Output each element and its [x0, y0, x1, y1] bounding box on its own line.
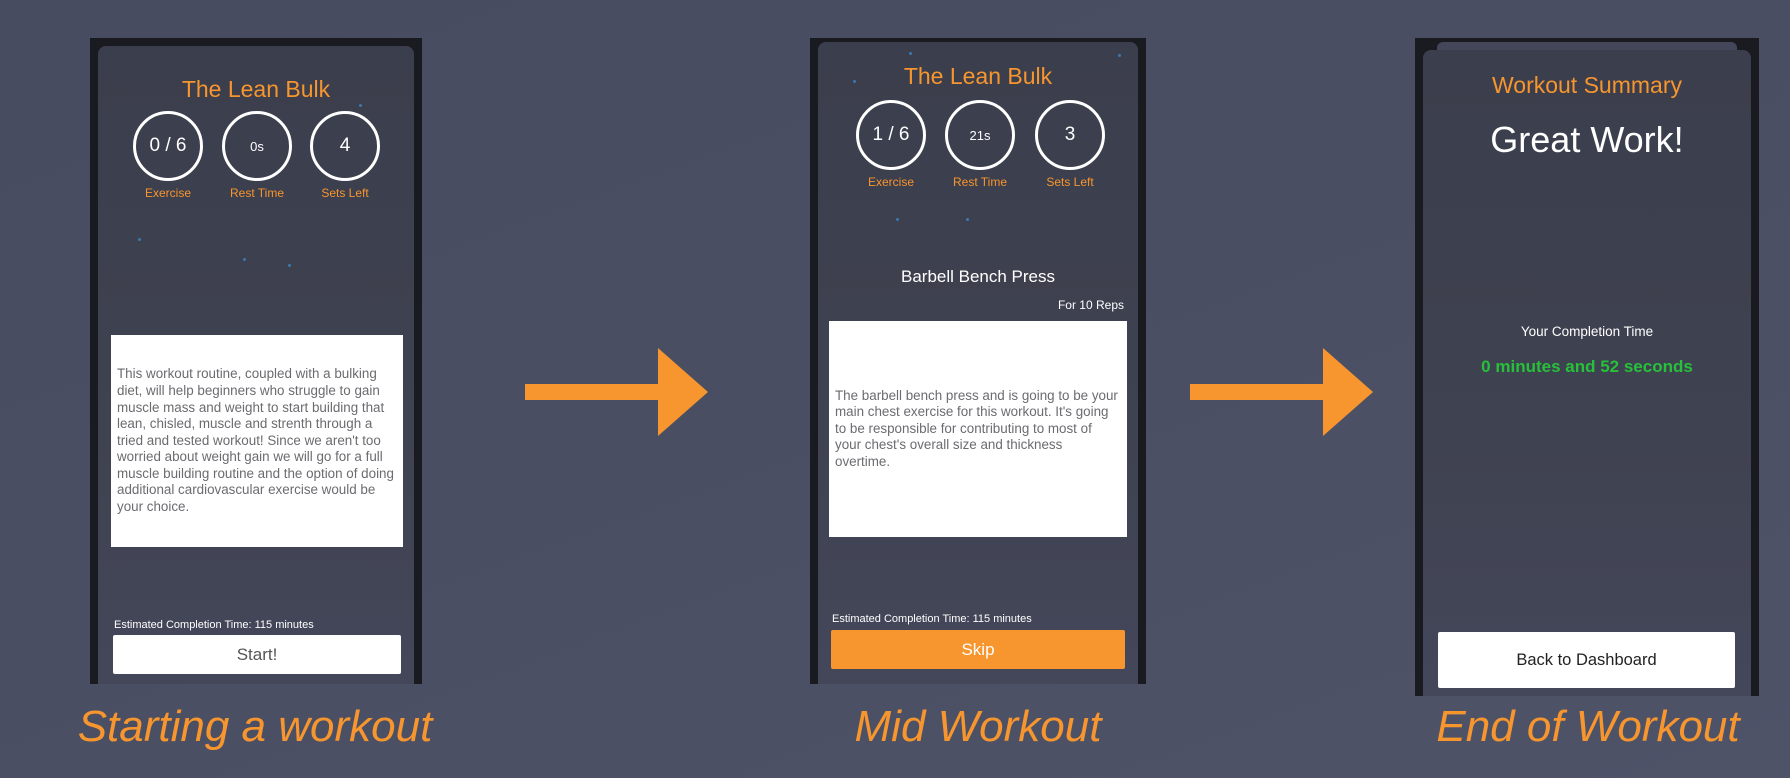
completion-time-label: Your Completion Time: [1520, 324, 1654, 339]
screen: The Lean Bulk 0 / 6 Exercise 0s Rest Tim…: [98, 46, 414, 684]
stat-label: Exercise: [867, 175, 914, 189]
screen: The Lean Bulk 1 / 6 Exercise 21s Rest Ti…: [818, 42, 1138, 684]
particle-dot: [909, 52, 912, 55]
summary-headline: Great Work!: [1490, 119, 1684, 160]
stat-label: Rest Time: [229, 186, 284, 200]
stat-exercise: 1 / 6 Exercise: [854, 100, 928, 189]
summary-title: Workout Summary: [1491, 72, 1682, 98]
stat-rest-time: 0s Rest Time: [220, 111, 294, 200]
stat-ring: 4: [310, 111, 380, 181]
phone-starting-workout: The Lean Bulk 0 / 6 Exercise 0s Rest Tim…: [90, 38, 422, 684]
caption-mid-workout: Mid Workout: [854, 702, 1102, 751]
stat-exercise: 0 / 6 Exercise: [131, 111, 205, 200]
arrow-right-icon: [1190, 348, 1373, 436]
particle-dot: [1118, 54, 1121, 57]
particle-dot: [138, 238, 141, 241]
phone-mid-workout: The Lean Bulk 1 / 6 Exercise 21s Rest Ti…: [810, 38, 1146, 684]
workout-title: The Lean Bulk: [181, 76, 331, 102]
stat-ring: 3: [1035, 100, 1105, 170]
exercise-reps: For 10 Reps: [1057, 298, 1124, 312]
caption-end-of-workout: End of Workout: [1436, 702, 1740, 751]
stat-sets-left: 3 Sets Left: [1033, 100, 1107, 189]
back-to-dashboard-button[interactable]: Back to Dashboard: [1438, 632, 1735, 688]
stat-ring: 21s: [945, 100, 1015, 170]
particle-dot: [966, 218, 969, 221]
exercise-name: Barbell Bench Press: [900, 267, 1056, 286]
stat-ring: 0 / 6: [133, 111, 203, 181]
stat-label: Exercise: [144, 186, 191, 200]
stat-ring: 1 / 6: [856, 100, 926, 170]
stat-label: Sets Left: [1046, 175, 1094, 189]
particle-dot: [359, 104, 362, 107]
stat-rest-time: 21s Rest Time: [943, 100, 1017, 189]
start-button[interactable]: Start!: [113, 635, 401, 674]
particle-dot: [243, 258, 246, 261]
stat-ring: 0s: [222, 111, 292, 181]
estimated-completion-time: Estimated Completion Time: 115 minutes: [832, 613, 1032, 625]
stat-label: Rest Time: [952, 175, 1007, 189]
workout-title: The Lean Bulk: [903, 63, 1053, 89]
stat-sets-left: 4 Sets Left: [308, 111, 382, 200]
arrow-right-icon: [525, 348, 708, 436]
skip-button[interactable]: Skip: [831, 630, 1125, 669]
phone-end-of-workout: Workout Summary Great Work! Your Complet…: [1415, 38, 1759, 696]
completion-time-value: 0 minutes and 52 seconds: [1481, 357, 1693, 376]
stat-label: Sets Left: [321, 186, 369, 200]
exercise-description: The barbell bench press and is going to …: [829, 321, 1127, 537]
estimated-completion-time: Estimated Completion Time: 115 minutes: [114, 619, 314, 631]
screen: Workout Summary Great Work! Your Complet…: [1423, 50, 1751, 696]
particle-dot: [896, 218, 899, 221]
workout-description: This workout routine, coupled with a bul…: [111, 335, 403, 547]
particle-dot: [288, 264, 291, 267]
caption-starting-workout: Starting a workout: [77, 702, 433, 751]
